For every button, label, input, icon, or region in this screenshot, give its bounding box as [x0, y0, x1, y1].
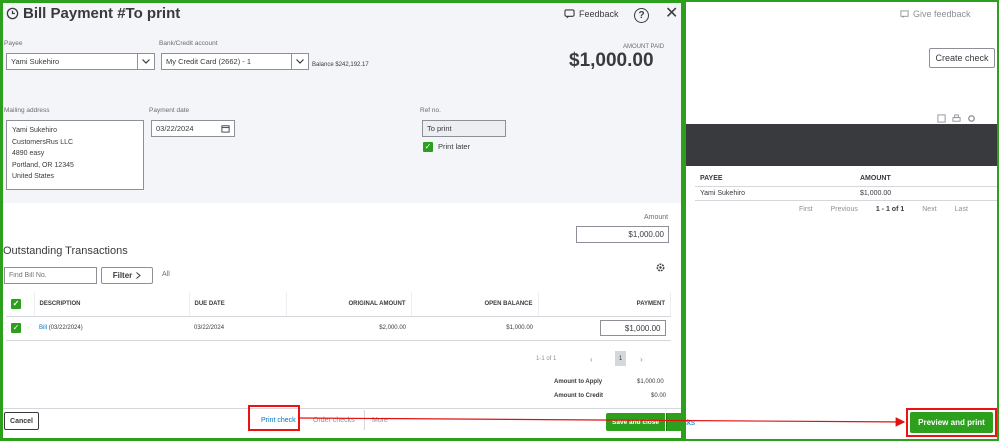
annotation-arrow [299, 417, 906, 427]
